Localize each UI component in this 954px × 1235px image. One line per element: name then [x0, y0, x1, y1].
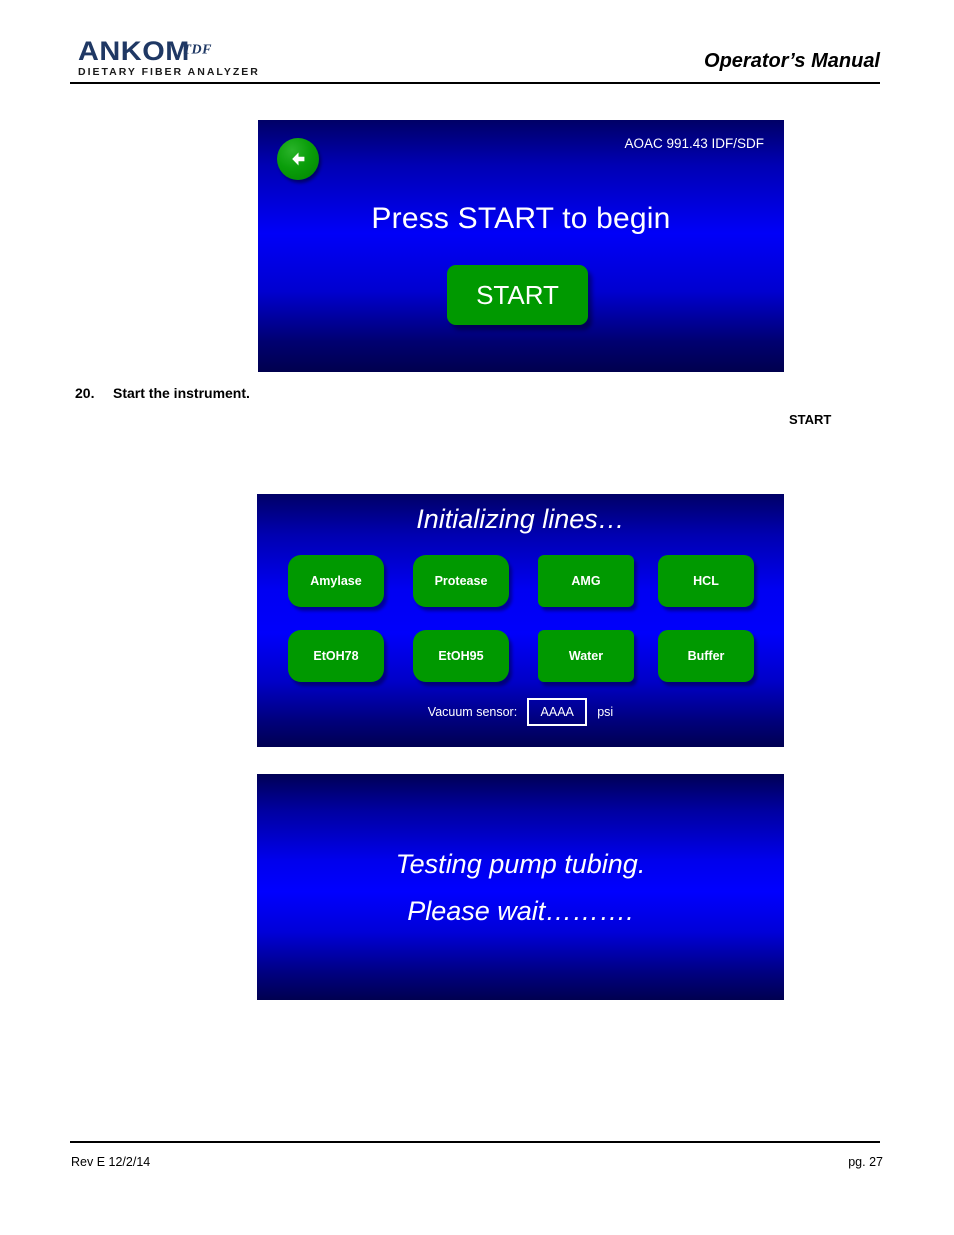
vacuum-sensor-label: Vacuum sensor: [427, 705, 518, 719]
line-button-amylase[interactable]: Amylase [288, 555, 384, 607]
line-button-water[interactable]: Water [538, 630, 634, 682]
vacuum-sensor-unit: psi [597, 705, 614, 719]
line-button-protease[interactable]: Protease [413, 555, 509, 607]
step-number: 20. [75, 385, 95, 401]
logo-wordmark: ANKOM [78, 36, 190, 66]
back-arrow-icon [292, 152, 305, 166]
logo-tagline: DIETARY FIBER ANALYZER [78, 66, 260, 78]
method-label: AOAC 991.43 IDF/SDF [624, 136, 764, 151]
screen-press-start: AOAC 991.43 IDF/SDF Press START to begin… [258, 120, 784, 372]
header-divider [70, 82, 880, 84]
footer-revision: Rev E 12/2/14 [71, 1155, 151, 1169]
testing-line-2: Please wait………. [407, 896, 634, 926]
start-button[interactable]: START [447, 265, 588, 325]
ankom-logo: ANKOMTDF DIETARY FIBER ANALYZER [78, 36, 338, 79]
line-button-buffer[interactable]: Buffer [658, 630, 754, 682]
initializing-title: Initializing lines… [416, 504, 625, 534]
step-text: Start the instrument. [113, 385, 250, 401]
step-trailing-keyword: START [789, 412, 832, 427]
manual-title: Operator’s Manual [704, 50, 880, 72]
screen-testing-pump-tubing: Testing pump tubing. Please wait………. [257, 774, 784, 1000]
footer-page-number: pg. 27 [848, 1155, 883, 1169]
step-20: 20. Start the instrument. [75, 385, 250, 401]
footer-divider [70, 1141, 880, 1143]
vacuum-sensor-row: Vacuum sensor: AAAA psi [257, 698, 784, 726]
line-button-amg[interactable]: AMG [538, 555, 634, 607]
press-start-prompt: Press START to begin [371, 202, 671, 235]
line-button-hcl[interactable]: HCL [658, 555, 754, 607]
page-header: ANKOMTDF DIETARY FIBER ANALYZER Operator… [70, 38, 880, 84]
line-button-etoh95[interactable]: EtOH95 [413, 630, 509, 682]
line-button-etoh78[interactable]: EtOH78 [288, 630, 384, 682]
screen-initializing-lines: Initializing lines… Amylase Protease AMG… [257, 494, 784, 747]
testing-line-1: Testing pump tubing. [395, 849, 646, 879]
back-arrow-button[interactable] [277, 138, 319, 180]
vacuum-sensor-value[interactable]: AAAA [527, 698, 588, 726]
